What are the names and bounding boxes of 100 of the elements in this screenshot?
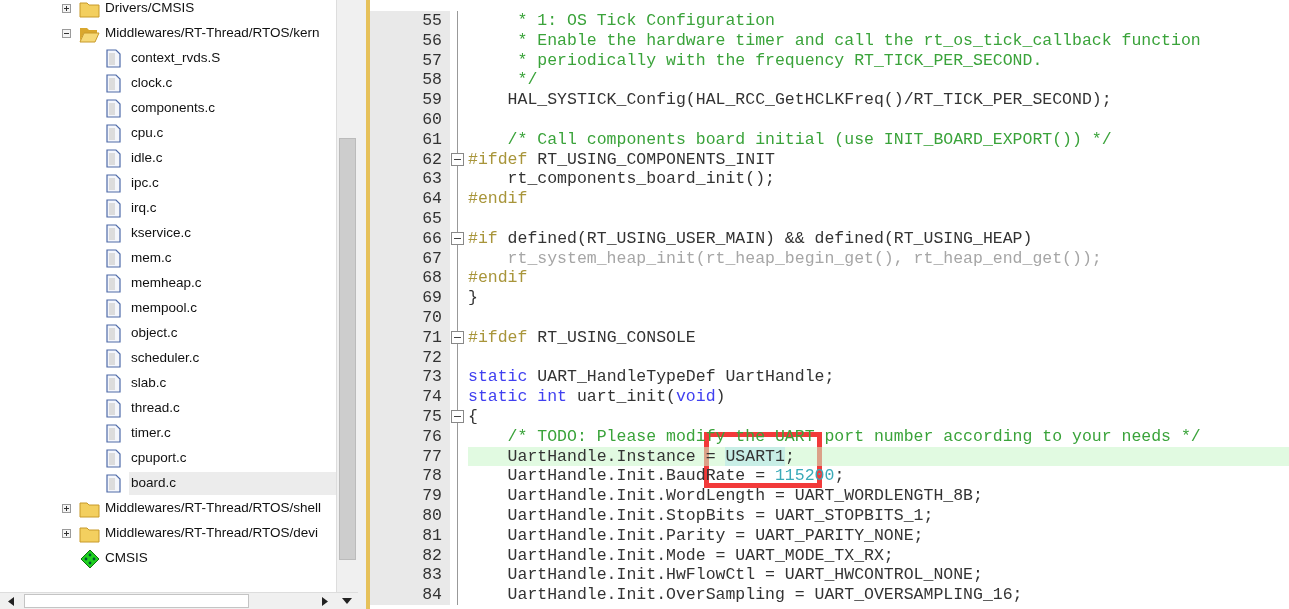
tree-item[interactable]: cpu.c — [129, 122, 336, 145]
code-line: rt_components_board_init(); — [506, 169, 776, 190]
code-line: UartHandle.Init.StopBits = UART_STOPBITS_1; — [506, 505, 935, 526]
code-line: #endif — [468, 189, 529, 209]
tree-item[interactable]: idle.c — [129, 147, 336, 170]
expand-icon[interactable] — [62, 529, 71, 538]
line-number: 60 — [370, 110, 450, 130]
line-number: 77 — [370, 446, 450, 467]
tree-item[interactable]: context_rvds.S — [129, 47, 336, 70]
file-icon — [106, 424, 121, 443]
expand-icon[interactable] — [62, 504, 71, 513]
folder-icon — [79, 499, 100, 518]
tree-item[interactable]: Middlewares/RT-Thread/RTOS/kern — [103, 22, 322, 45]
code-line: */ — [516, 70, 539, 91]
file-icon — [106, 149, 121, 168]
line-number: 71 — [370, 327, 450, 348]
file-icon — [106, 99, 121, 118]
fold-icon[interactable] — [451, 152, 464, 166]
code-line: UartHandle.Init.WordLength = UART_WORDLENGTH_8B; — [506, 486, 984, 506]
line-number: 72 — [370, 347, 450, 368]
code-line: UartHandle.Init.OverSampling = UART_OVERSAMPLING_16; — [506, 585, 1024, 605]
component-icon — [80, 548, 100, 569]
file-icon — [106, 324, 121, 343]
collapse-icon[interactable] — [62, 29, 71, 38]
code-line: rt_system_heap_init(rt_heap_begin_get(), rt_heap_end_get()); — [506, 248, 1103, 269]
line-number: 69 — [370, 288, 450, 308]
line-number: 79 — [370, 486, 450, 506]
tree-item[interactable]: scheduler.c — [129, 347, 336, 370]
tree-item[interactable]: components.c — [129, 97, 336, 120]
line-number: 62 — [370, 149, 450, 170]
tree-item[interactable]: timer.c — [129, 422, 336, 445]
line-number: 65 — [370, 208, 450, 229]
code-line: * Enable the hardware timer and call the rt_os_tick_callback function — [516, 30, 1202, 51]
code-line: #ifdef RT_USING_COMPONENTS_INIT — [468, 149, 776, 170]
line-number: 83 — [370, 565, 450, 586]
file-icon — [106, 124, 121, 143]
line-number: 56 — [370, 30, 450, 51]
tree-item[interactable]: mem.c — [129, 247, 336, 270]
file-icon — [106, 399, 121, 418]
code-line: static UART_HandleTypeDef UartHandle; — [468, 367, 836, 388]
code-line: #ifdef RT_USING_CONSOLE — [468, 327, 697, 348]
horizontal-scrollbar[interactable] — [0, 592, 358, 609]
file-icon — [106, 199, 121, 218]
scrollbar-thumb[interactable] — [24, 594, 249, 608]
line-number: 84 — [370, 585, 450, 605]
vertical-scrollbar[interactable] — [336, 0, 358, 592]
file-icon — [106, 224, 121, 243]
line-number: 64 — [370, 189, 450, 209]
code-line: } — [468, 288, 479, 308]
code-line: UartHandle.Init.Mode = UART_MODE_TX_RX; — [506, 545, 895, 566]
line-number: 73 — [370, 367, 450, 388]
code-line: * periodically with the frequency RT_TICK_PER_SECOND. — [516, 50, 1044, 71]
code-line: * 1: OS Tick Configuration — [516, 11, 776, 31]
fold-icon[interactable] — [451, 231, 464, 245]
tree-item[interactable]: board.c — [129, 472, 336, 495]
scrollbar-thumb[interactable] — [339, 138, 356, 560]
tree-item[interactable]: thread.c — [129, 397, 336, 420]
tree-item[interactable]: Middlewares/RT-Thread/RTOS/shell — [103, 497, 324, 520]
tree-item[interactable]: slab.c — [129, 372, 336, 395]
fold-icon[interactable] — [451, 409, 464, 423]
tree-item[interactable]: clock.c — [129, 72, 336, 95]
tree-item[interactable]: irq.c — [129, 197, 336, 220]
tree-item[interactable]: kservice.c — [129, 222, 336, 245]
line-number: 58 — [370, 70, 450, 91]
line-number: 74 — [370, 387, 450, 407]
code-line: /* Call components board initial (use INIT_BOARD_EXPORT()) */ — [506, 129, 1113, 150]
folder-icon — [79, 0, 100, 18]
line-number: 81 — [370, 525, 450, 546]
tree-item[interactable]: Middlewares/RT-Thread/RTOS/devi — [103, 522, 321, 545]
code-line: UartHandle.Init.HwFlowCtl = UART_HWCONTROL_NONE; — [506, 565, 984, 586]
tree-item[interactable]: cpuport.c — [129, 447, 336, 470]
line-number: 68 — [370, 268, 450, 289]
code-line: UartHandle.Init.Parity = UART_PARITY_NONE; — [506, 525, 925, 546]
code-line: HAL_SYSTICK_Config(HAL_RCC_GetHCLKFreq()/RT_TICK_PER_SECOND); — [506, 90, 1113, 110]
file-icon — [106, 74, 121, 93]
line-number: 70 — [370, 307, 450, 328]
tree-item[interactable]: mempool.c — [129, 297, 336, 320]
tree-item[interactable]: ipc.c — [129, 172, 336, 195]
line-number: 66 — [370, 228, 450, 249]
line-number: 82 — [370, 545, 450, 566]
file-icon — [106, 249, 121, 268]
line-number: 61 — [370, 129, 450, 150]
code-line: #endif — [468, 268, 529, 289]
code-line: { — [468, 406, 479, 427]
expand-icon[interactable] — [62, 4, 71, 13]
tree-item[interactable]: object.c — [129, 322, 336, 345]
line-number: 78 — [370, 466, 450, 487]
line-number: 55 — [370, 11, 450, 31]
file-icon — [106, 49, 121, 68]
file-icon — [106, 274, 121, 293]
tree-item[interactable]: Drivers/CMSIS — [103, 0, 197, 20]
code-line: #if defined(RT_USING_USER_MAIN) && defined(RT_USING_HEAP) — [468, 228, 1034, 249]
file-icon — [106, 299, 121, 318]
code-line: static int uart_init(void) — [468, 387, 727, 407]
file-icon — [106, 174, 121, 193]
fold-icon[interactable] — [451, 330, 464, 344]
file-icon — [106, 374, 121, 393]
tree-item[interactable]: memheap.c — [129, 272, 336, 295]
line-number: 75 — [370, 406, 450, 427]
tree-item[interactable]: CMSIS — [103, 547, 150, 570]
